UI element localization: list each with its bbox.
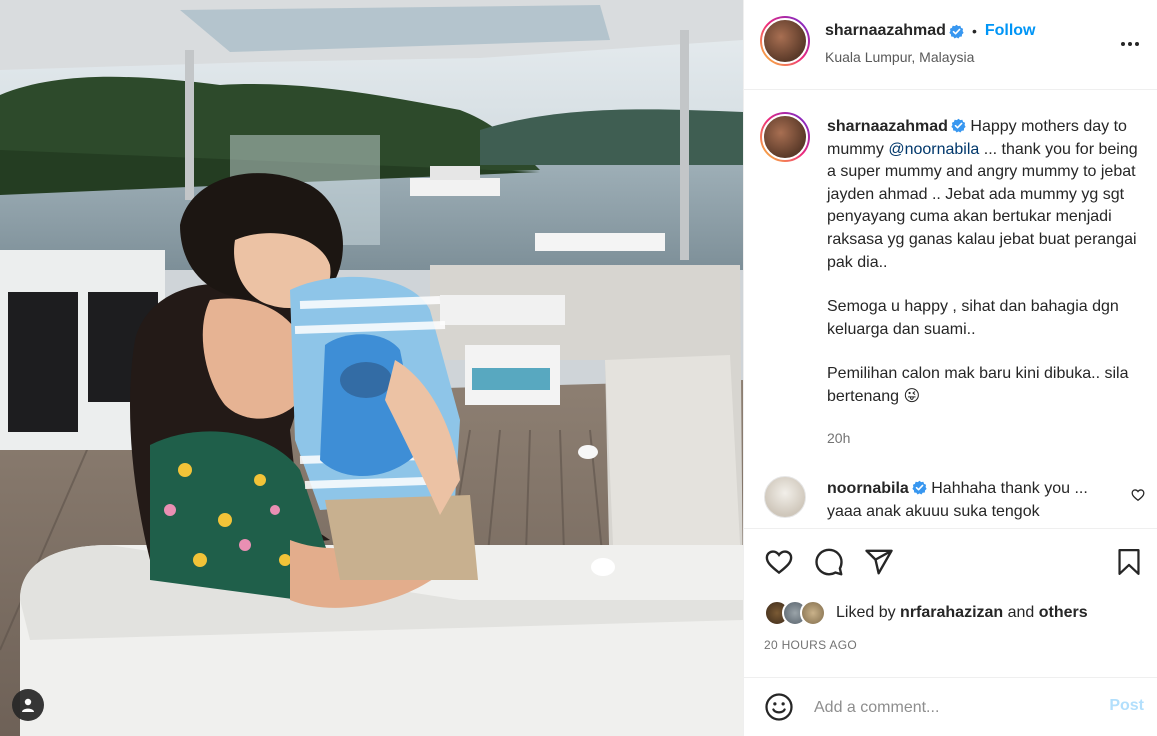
heart-icon[interactable] [764, 547, 794, 577]
likes-others-link[interactable]: others [1039, 604, 1088, 621]
comment-input[interactable] [814, 693, 1094, 723]
author-line: sharnaazahmad • Follow [825, 22, 1036, 40]
post-photo[interactable] [0, 0, 743, 736]
verified-badge-icon [912, 480, 927, 495]
reply-username[interactable]: noornabila [827, 480, 909, 497]
like-comment-heart-icon[interactable] [1131, 488, 1145, 502]
likes-summary[interactable]: Liked by nrfarahazizan and others [764, 598, 1088, 628]
post-location[interactable]: Kuala Lumpur, Malaysia [825, 49, 974, 65]
emoji-icon[interactable] [764, 692, 794, 722]
user-tag-button[interactable] [12, 689, 44, 721]
post-caption: sharnaazahmad Happy mothers day to mummy… [827, 116, 1147, 409]
verified-badge-icon [949, 24, 964, 38]
action-bar [744, 528, 1157, 594]
user-tag-icon [22, 698, 34, 712]
verified-badge-icon [951, 118, 966, 133]
posted-time[interactable]: 20 HOURS AGO [764, 638, 857, 652]
post-panel: sharnaazahmad • Follow Kuala Lumpur, Mal… [743, 0, 1157, 736]
caption-paragraph-3: Pemilihan calon mak baru kini dibuka.. s… [827, 365, 1133, 405]
likes-prefix: Liked by [836, 604, 901, 621]
liker-avatar [800, 600, 826, 626]
caption-author-avatar[interactable] [760, 112, 810, 162]
likes-text: Liked by nrfarahazizan and others [836, 604, 1088, 622]
photo-illustration [0, 0, 743, 736]
caption-text-2: ... thank you for being a super mummy an… [827, 140, 1143, 271]
add-comment-bar: Post [744, 677, 1157, 736]
comment-icon[interactable] [814, 547, 844, 577]
comments-section[interactable]: sharnaazahmad Happy mothers day to mummy… [744, 90, 1157, 528]
share-icon[interactable] [864, 547, 894, 577]
author-avatar[interactable] [760, 16, 810, 66]
caption-paragraph-2: Semoga u happy , sihat dan bahagia dgn k… [827, 298, 1124, 338]
post-header: sharnaazahmad • Follow Kuala Lumpur, Mal… [744, 0, 1157, 90]
likes-user-link[interactable]: nrfarahazizan [900, 604, 1003, 621]
follow-button[interactable]: Follow [985, 22, 1036, 40]
bookmark-icon[interactable] [1116, 547, 1142, 577]
caption-mention-link[interactable]: @noornabila [888, 141, 979, 158]
reply-avatar[interactable] [764, 476, 806, 518]
caption-username[interactable]: sharnaazahmad [827, 118, 948, 135]
post-comment-button[interactable]: Post [1109, 697, 1144, 715]
separator-dot: • [971, 23, 977, 39]
more-options-icon[interactable] [1120, 34, 1140, 54]
author-username[interactable]: sharnaazahmad [825, 22, 946, 40]
reply-comment: noornabila Hahhaha thank you ... yaaa an… [827, 478, 1117, 523]
likes-middle: and [1003, 604, 1039, 621]
caption-time[interactable]: 20h [827, 430, 850, 446]
